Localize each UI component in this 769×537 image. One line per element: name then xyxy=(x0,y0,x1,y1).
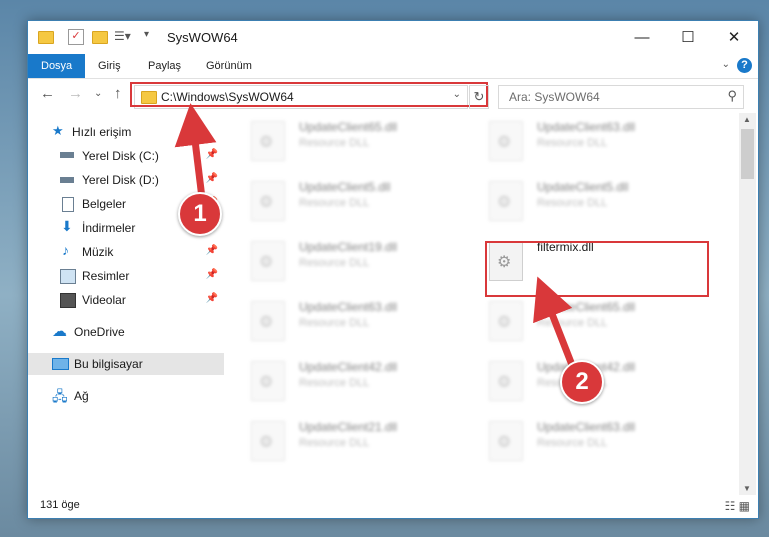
file-item[interactable]: UpdateClient63.dll Resource DLL xyxy=(251,295,471,349)
chevron-down-icon[interactable]: ⌄ xyxy=(722,59,730,70)
dll-file-icon xyxy=(251,421,285,461)
sidebar-item-disk-c[interactable]: Yerel Disk (C:) 📌 xyxy=(28,145,224,167)
dll-file-icon xyxy=(251,301,285,341)
pin-icon[interactable]: 📌 xyxy=(206,173,218,184)
dll-file-icon xyxy=(251,181,285,221)
address-highlight-box xyxy=(130,82,488,107)
sidebar-item-quick-access[interactable]: ★ Hızlı erişim xyxy=(28,121,224,143)
help-icon[interactable]: ? xyxy=(737,58,752,73)
tab-dosya[interactable]: Dosya xyxy=(28,54,86,78)
close-button[interactable]: ✕ xyxy=(711,21,757,54)
dll-file-icon xyxy=(489,121,523,161)
step-2-badge: 2 xyxy=(560,360,604,404)
file-item[interactable]: UpdateClient5.dll Resource DLL xyxy=(251,175,471,229)
sidebar-item-onedrive[interactable]: ☁ OneDrive xyxy=(28,321,224,343)
search-input[interactable]: Ara: SysWOW64 ⚲ xyxy=(498,85,744,109)
drive-icon xyxy=(60,152,74,158)
file-highlight-box xyxy=(485,241,709,297)
cloud-icon: ☁ xyxy=(52,323,67,340)
file-item[interactable]: UpdateClient21.dll Resource DLL xyxy=(251,415,471,469)
drive-icon xyxy=(60,177,74,183)
sidebar-item-disk-d[interactable]: Yerel Disk (D:) 📌 xyxy=(28,169,224,191)
recent-locations-icon[interactable]: ⌄ xyxy=(94,88,102,99)
tab-gorunum[interactable]: Görünüm xyxy=(206,54,252,78)
file-item[interactable]: UpdateClient63.dll Resource DLL xyxy=(489,115,709,169)
dll-file-icon xyxy=(489,181,523,221)
step-1-badge: 1 xyxy=(178,192,222,236)
up-icon[interactable]: ↑ xyxy=(114,85,122,102)
maximize-button[interactable]: ☐ xyxy=(665,21,711,54)
properties-icon[interactable]: ✓ xyxy=(68,29,84,45)
search-placeholder: Ara: SysWOW64 xyxy=(509,90,600,104)
sidebar-item-pictures[interactable]: Resimler 📌 xyxy=(28,265,224,287)
tab-paylas[interactable]: Paylaş xyxy=(148,54,181,78)
scroll-up-icon[interactable]: ▲ xyxy=(743,115,751,124)
star-icon: ★ xyxy=(52,123,64,138)
pin-icon[interactable]: 📌 xyxy=(206,149,218,160)
navigation-bar: ← → ⌄ ↑ C:\Windows\SysWOW64 ⌄ ↻ Ara: Sys… xyxy=(28,79,758,111)
view-mode-icons[interactable]: ☷ ▦ xyxy=(725,499,750,513)
file-item[interactable]: UpdateClient63.dll Resource DLL xyxy=(489,415,709,469)
file-list: UpdateClient65.dll Resource DLL UpdateCl… xyxy=(225,113,739,495)
item-count: 131 öge xyxy=(40,499,80,511)
pictures-icon xyxy=(60,269,76,284)
status-bar: 131 öge ☷ ▦ xyxy=(28,495,758,517)
refresh-icon[interactable]: ↻ xyxy=(469,85,489,109)
scroll-down-icon[interactable]: ▼ xyxy=(743,484,751,493)
explorer-window: ✓ ☰▾ ▾ SysWOW64 — ☐ ✕ Dosya Giriş Paylaş… xyxy=(27,20,759,519)
dropdown-icon[interactable]: ▾ xyxy=(144,29,149,46)
window-title: SysWOW64 xyxy=(167,30,238,45)
dll-file-icon xyxy=(251,241,285,281)
back-icon[interactable]: ← xyxy=(40,85,55,102)
computer-icon xyxy=(52,358,69,370)
music-icon: ♪ xyxy=(62,242,69,258)
ribbon-tabs: Dosya Giriş Paylaş Görünüm ⌄ ? xyxy=(28,54,758,79)
video-icon xyxy=(60,293,76,308)
download-icon: ⬇ xyxy=(61,218,73,234)
document-icon xyxy=(62,197,74,212)
minimize-button[interactable]: — xyxy=(619,21,665,54)
folder-icon xyxy=(38,31,54,44)
dll-file-icon xyxy=(489,361,523,401)
scrollbar-thumb[interactable] xyxy=(741,129,754,179)
network-icon: 🖧 xyxy=(52,388,68,404)
sidebar-item-videos[interactable]: Videolar 📌 xyxy=(28,289,224,311)
tab-giris[interactable]: Giriş xyxy=(98,54,121,78)
pin-icon[interactable]: 📌 xyxy=(206,245,218,256)
dll-file-icon xyxy=(251,121,285,161)
sidebar-item-network[interactable]: 🖧 Ağ xyxy=(28,385,224,407)
sidebar-item-music[interactable]: ♪ Müzik 📌 xyxy=(28,241,224,263)
sidebar-item-this-pc[interactable]: Bu bilgisayar xyxy=(28,353,224,375)
pin-icon[interactable]: 📌 xyxy=(206,269,218,280)
forward-icon[interactable]: → xyxy=(68,85,83,102)
dll-file-icon xyxy=(489,421,523,461)
pin-icon[interactable]: 📌 xyxy=(206,293,218,304)
dll-file-icon xyxy=(251,361,285,401)
vertical-scrollbar[interactable]: ▲ ▼ xyxy=(739,113,756,495)
file-item[interactable]: UpdateClient19.dll Resource DLL xyxy=(251,235,471,289)
search-icon: ⚲ xyxy=(727,88,737,103)
navigation-pane: ★ Hızlı erişim Yerel Disk (C:) 📌 Yerel D… xyxy=(28,113,224,493)
file-item[interactable]: UpdateClient65.dll Resource DLL xyxy=(251,115,471,169)
dll-file-icon xyxy=(489,301,523,341)
title-bar: ✓ ☰▾ ▾ SysWOW64 — ☐ ✕ xyxy=(28,21,758,54)
file-item[interactable]: UpdateClient65.dll Resource DLL xyxy=(489,295,709,349)
customize-toolbar-icon[interactable]: ☰▾ xyxy=(114,29,131,46)
new-folder-icon[interactable] xyxy=(92,31,108,44)
file-item[interactable]: UpdateClient42.dll Resource DLL xyxy=(251,355,471,409)
file-item[interactable]: UpdateClient5.dll Resource DLL xyxy=(489,175,709,229)
